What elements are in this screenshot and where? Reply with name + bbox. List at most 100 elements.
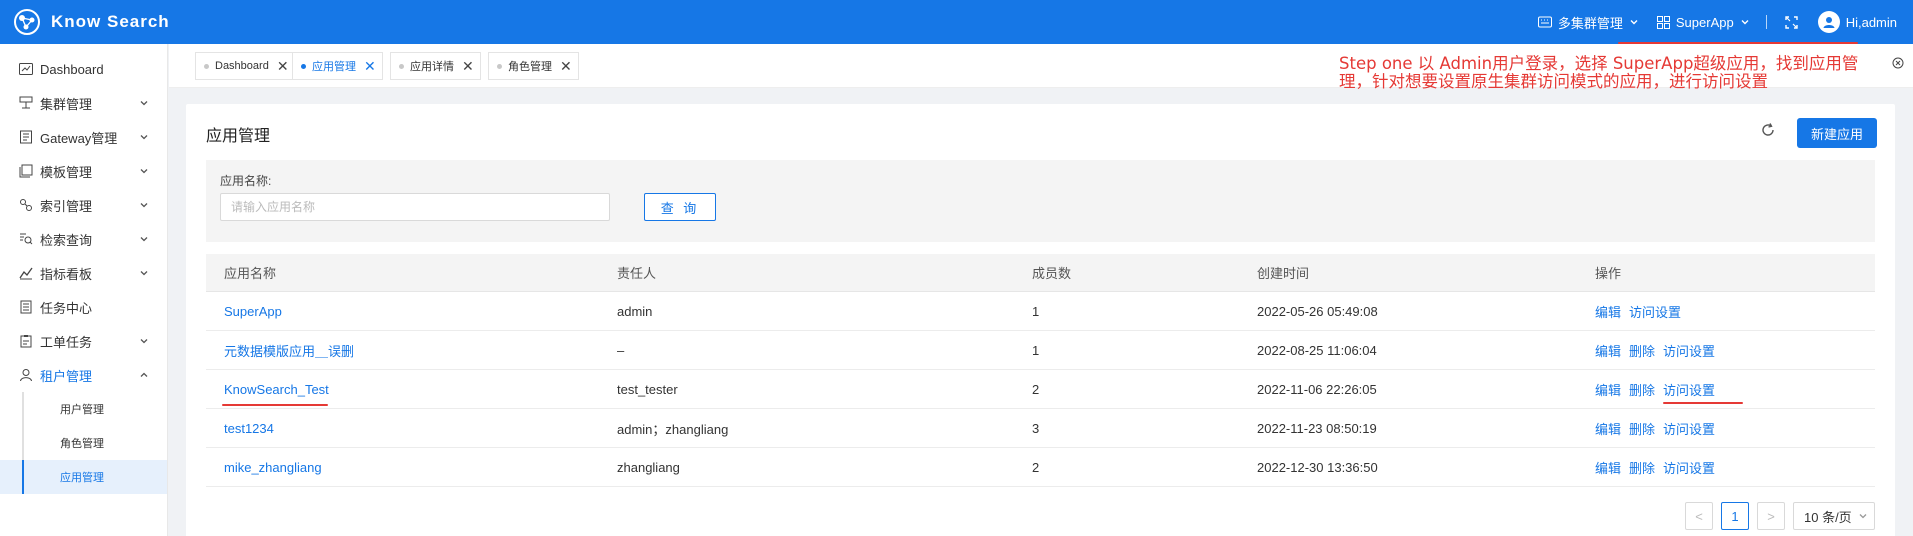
access-settings-link[interactable]: 访问设置: [1629, 305, 1681, 320]
actions-cell: 编辑 访问设置: [1595, 302, 1875, 321]
user-menu[interactable]: Hi,admin: [1817, 11, 1897, 33]
sidebar-item-search-query[interactable]: 检索查询: [0, 222, 167, 256]
prev-page-button[interactable]: <: [1685, 502, 1713, 530]
annotation-text: Step one 以 Admin用户登录，选择 SuperApp超级应用，找到应…: [1339, 54, 1859, 91]
edit-link[interactable]: 编辑: [1595, 305, 1621, 320]
app-name-link[interactable]: test1234: [224, 421, 274, 436]
close-icon[interactable]: ✕: [277, 59, 289, 73]
sidebar-item-cluster[interactable]: 集群管理: [0, 86, 167, 120]
search-query-icon: [18, 231, 34, 247]
close-icon[interactable]: ✕: [560, 59, 572, 73]
sidebar-item-template[interactable]: 模板管理: [0, 154, 167, 188]
created-cell: 2022-11-23 08:50:19: [1257, 420, 1377, 436]
delete-link[interactable]: 删除: [1629, 422, 1655, 437]
delete-link[interactable]: 删除: [1629, 461, 1655, 476]
tab-role-management[interactable]: 角色管理 ✕: [488, 52, 579, 80]
access-settings-link[interactable]: 访问设置: [1663, 344, 1715, 359]
cluster-menu-label: 多集群管理: [1557, 15, 1623, 31]
created-cell: 2022-11-06 22:26:05: [1257, 381, 1377, 397]
edit-link[interactable]: 编辑: [1595, 383, 1621, 398]
edit-link[interactable]: 编辑: [1595, 422, 1621, 437]
tab-dot: [399, 63, 404, 69]
created-cell: 2022-12-30 13:36:50: [1257, 459, 1378, 475]
filter-panel: 应用名称: 查 询: [206, 160, 1875, 242]
actions-cell: 编辑 删除 访问设置: [1595, 419, 1875, 438]
access-settings-link[interactable]: 访问设置: [1663, 461, 1715, 476]
app-name-link[interactable]: SuperApp: [224, 304, 282, 319]
app-name-link[interactable]: KnowSearch_Test: [224, 382, 329, 397]
tab-dashboard[interactable]: Dashboard ✕: [195, 52, 296, 80]
access-settings-link[interactable]: 访问设置: [1663, 422, 1715, 437]
chevron-down-icon: [140, 101, 148, 106]
table-row: KnowSearch_Test test_tester 2 2022-11-06…: [206, 370, 1875, 409]
tab-app-detail[interactable]: 应用详情 ✕: [390, 52, 481, 80]
app-management-card: 应用管理 新建应用 应用名称: 查 询 应用名称 责任人 成员数 创建时间 操作…: [186, 104, 1895, 536]
close-icon[interactable]: ✕: [462, 59, 474, 73]
column-header-created: 创建时间: [1257, 266, 1310, 281]
sidebar-item-index[interactable]: 索引管理: [0, 188, 167, 222]
sidebar-item-role-management[interactable]: 角色管理: [0, 426, 167, 460]
sidebar-item-user-management[interactable]: 用户管理: [0, 392, 167, 426]
edit-link[interactable]: 编辑: [1595, 344, 1621, 359]
top-bar: Know Search 多集群管理 SuperApp Hi,admin: [0, 0, 1913, 44]
annotation-underline: [1663, 401, 1743, 404]
sidebar-item-metrics[interactable]: 指标看板: [0, 256, 167, 290]
close-icon[interactable]: ✕: [364, 59, 376, 73]
page-size-label: 10 条/页: [1804, 509, 1852, 525]
edit-link[interactable]: 编辑: [1595, 461, 1621, 476]
new-app-button[interactable]: 新建应用: [1797, 118, 1877, 148]
sidebar-item-workorder[interactable]: 工单任务: [0, 324, 167, 358]
owner-cell: –: [617, 342, 625, 358]
page-number-button[interactable]: 1: [1721, 502, 1749, 530]
cluster-menu[interactable]: 多集群管理: [1537, 13, 1639, 32]
app-name-link[interactable]: 元数据模版应用＿误删: [224, 344, 354, 359]
table-row: mike_zhangliang zhangliang 2 2022-12-30 …: [206, 448, 1875, 487]
user-icon: [1823, 17, 1835, 28]
members-cell: 3: [1032, 420, 1040, 436]
sidebar-item-label: 检索查询: [40, 232, 93, 248]
members-cell: 1: [1032, 342, 1040, 358]
sidebar-item-gateway[interactable]: Gateway管理: [0, 120, 167, 154]
table-row: test1234 admin；zhangliang 3 2022-11-23 0…: [206, 409, 1875, 448]
keyboard-icon: [1537, 16, 1552, 28]
column-header-name: 应用名称: [224, 266, 277, 281]
delete-link[interactable]: 删除: [1629, 383, 1655, 398]
refresh-icon[interactable]: [1760, 122, 1776, 138]
chevron-down-icon: [140, 339, 148, 344]
index-icon: [18, 197, 34, 213]
sidebar-item-label: 工单任务: [40, 334, 93, 350]
query-button[interactable]: 查 询: [644, 193, 716, 221]
fullscreen-button[interactable]: [1785, 15, 1798, 29]
tab-app-management[interactable]: 应用管理 ✕: [292, 52, 383, 80]
actions-cell: 编辑 删除 访问设置: [1595, 341, 1875, 360]
page-title: 应用管理: [206, 128, 271, 145]
template-icon: [18, 163, 34, 179]
avatar: [1817, 11, 1840, 33]
divider: [1765, 15, 1767, 29]
next-page-button[interactable]: >: [1757, 502, 1785, 530]
sidebar-item-task[interactable]: 任务中心: [0, 290, 167, 324]
app-name-link[interactable]: mike_zhangliang: [224, 460, 322, 475]
tab-dot: [204, 63, 209, 69]
access-settings-link[interactable]: 访问设置: [1663, 383, 1715, 398]
app-menu[interactable]: SuperApp: [1656, 15, 1750, 30]
logo[interactable]: Know Search: [13, 8, 170, 36]
metrics-icon: [18, 265, 34, 281]
close-all-tabs-icon[interactable]: [1892, 57, 1904, 69]
delete-link[interactable]: 删除: [1629, 344, 1655, 359]
logo-text: Know Search: [51, 12, 170, 31]
tab-dot: [301, 63, 306, 69]
sidebar-item-tenant[interactable]: 租户管理: [0, 358, 167, 392]
chevron-down-icon: [140, 271, 148, 276]
page-size-select[interactable]: 10 条/页: [1793, 502, 1875, 530]
sidebar-item-app-management[interactable]: 应用管理: [0, 460, 167, 494]
app-name-input[interactable]: [220, 193, 610, 221]
grid-apps-icon: [1656, 15, 1670, 29]
table-row: SuperApp admin 1 2022-05-26 05:49:08 编辑访…: [206, 292, 1875, 331]
sidebar-item-dashboard[interactable]: Dashboard: [0, 52, 167, 86]
top-right-menu: 多集群管理 SuperApp Hi,admin: [1537, 0, 1913, 44]
sidebar-item-label: 模板管理: [40, 164, 93, 180]
owner-cell: admin: [617, 303, 653, 319]
members-cell: 2: [1032, 459, 1040, 475]
tab-dot: [497, 63, 502, 69]
